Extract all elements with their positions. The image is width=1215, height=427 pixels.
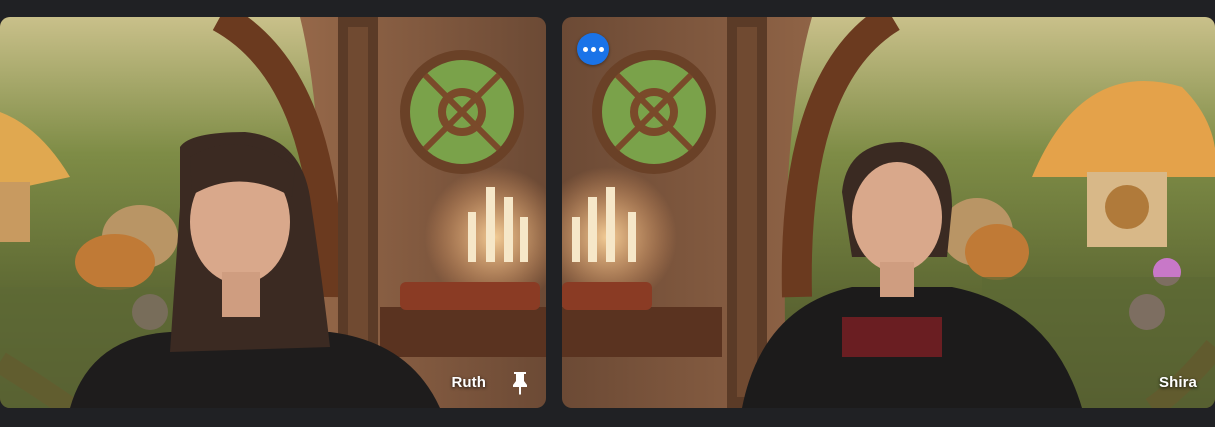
participant-name-label: Ruth bbox=[451, 374, 486, 391]
video-feed-shira bbox=[562, 17, 1215, 408]
participant-name-label: Shira bbox=[1158, 374, 1197, 391]
meeting-grid: Ruth Shira bbox=[0, 0, 1215, 427]
pin-icon[interactable] bbox=[508, 370, 532, 396]
more-options-dot bbox=[582, 46, 588, 52]
participant-tile-ruth[interactable]: Ruth bbox=[0, 17, 546, 408]
more-options-icon[interactable] bbox=[577, 33, 609, 65]
participant-tile-shira[interactable]: Shira bbox=[562, 17, 1215, 408]
more-options-dot bbox=[590, 46, 596, 52]
more-options-dot bbox=[598, 46, 604, 52]
video-feed-ruth bbox=[0, 17, 546, 408]
